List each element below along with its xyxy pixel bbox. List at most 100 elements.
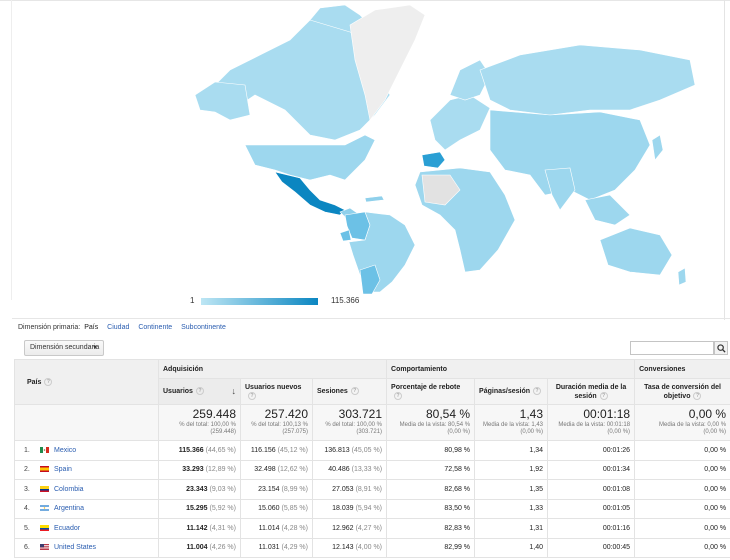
help-icon[interactable]: ? bbox=[195, 387, 204, 396]
table-body: 1. Mexico 115.366 (44,65 %) 116.156 (45,12 %)… bbox=[14, 440, 730, 558]
duration-cell: 00:01:08 bbox=[547, 479, 636, 500]
sessions-value: 27.053 bbox=[332, 485, 354, 493]
country-cell: 3. Colombia bbox=[14, 479, 159, 500]
help-icon[interactable]: ? bbox=[533, 387, 541, 396]
legend-gradient-bar bbox=[201, 298, 318, 305]
col-header-conversion[interactable]: Tasa de conversión del objetivo? bbox=[634, 378, 730, 405]
country-flag-icon bbox=[38, 485, 49, 493]
world-map bbox=[194, 4, 696, 295]
country-flag-icon bbox=[38, 466, 49, 473]
col-header-rebote[interactable]: Porcentaje de rebote? bbox=[386, 378, 476, 405]
country-link[interactable]: Mexico bbox=[54, 447, 76, 454]
sessions-pct: (5,94 %) bbox=[355, 505, 383, 513]
primary-dimension-label: Dimensión primaria: bbox=[18, 324, 81, 331]
group-conversiones: Conversiones bbox=[634, 359, 730, 379]
row-number: 2. bbox=[24, 466, 30, 474]
total-duracion-value: 00:01:18 bbox=[583, 407, 631, 421]
help-icon[interactable]: ? bbox=[599, 391, 608, 400]
table-row: 6. United States 11.004 (4,26 %) 11.031 (4,29… bbox=[14, 537, 730, 558]
users-pct: (44,65 %) bbox=[205, 446, 236, 454]
country-link[interactable]: Spain bbox=[54, 466, 72, 473]
total-sesiones-value: 303.721 bbox=[338, 407, 383, 421]
sessions-cell: 18.039 (5,94 %) bbox=[311, 498, 388, 519]
duration-cell: 00:01:26 bbox=[547, 440, 636, 461]
section-divider bbox=[12, 318, 730, 319]
new-users-pct: (8,99 %) bbox=[281, 485, 308, 493]
search-button[interactable] bbox=[714, 341, 728, 355]
col-header-pais[interactable]: País? bbox=[14, 359, 159, 405]
total-usuarios-value: 259.448 bbox=[192, 407, 236, 421]
totals-row: 259.448% del total: 100,00 % (259.448) 25… bbox=[14, 404, 730, 441]
col-header-duracion[interactable]: Duración media de la sesión? bbox=[547, 378, 636, 405]
pages-cell: 1,92 bbox=[474, 459, 549, 480]
col-header-sesiones[interactable]: Sesiones? bbox=[311, 378, 388, 405]
users-value: 23.343 bbox=[186, 485, 208, 493]
search-icon bbox=[717, 344, 726, 353]
sessions-value: 12.962 bbox=[332, 524, 354, 532]
sessions-pct: (4,00 %) bbox=[355, 544, 383, 552]
duration-cell: 00:00:45 bbox=[547, 537, 636, 558]
country-link[interactable]: Colombia bbox=[54, 486, 84, 493]
new-users-pct: (45,12 %) bbox=[277, 446, 308, 454]
help-icon[interactable]: ? bbox=[248, 391, 256, 400]
sessions-cell: 12.962 (4,27 %) bbox=[311, 518, 388, 539]
users-value: 33.293 bbox=[182, 466, 204, 474]
pages-cell: 1,34 bbox=[474, 440, 549, 461]
country-flag-icon bbox=[38, 505, 49, 512]
conversion-cell: 0,00 % bbox=[634, 479, 730, 500]
sessions-cell: 27.053 (8,91 %) bbox=[311, 479, 388, 500]
col-header-usuarios[interactable]: Usuarios? ↓ bbox=[158, 378, 241, 405]
country-cell: 4. Argentina bbox=[14, 498, 159, 519]
help-icon[interactable]: ? bbox=[350, 387, 359, 396]
pages-cell: 1,33 bbox=[474, 498, 549, 519]
new-users-value: 11.031 bbox=[258, 544, 280, 552]
new-users-value: 32.498 bbox=[254, 466, 276, 474]
total-usuarios-sub: % del total: 100,00 % bbox=[179, 422, 236, 428]
total-usuarios: 259.448% del total: 100,00 % (259.448) bbox=[158, 404, 241, 441]
table-search-input[interactable] bbox=[630, 341, 714, 355]
row-number: 6. bbox=[24, 544, 30, 552]
row-number: 1. bbox=[24, 446, 30, 454]
col-header-paginas[interactable]: Páginas/sesión? bbox=[474, 378, 549, 405]
country-link[interactable]: United States bbox=[54, 544, 96, 551]
users-value: 15.295 bbox=[186, 505, 208, 513]
total-sesiones-sub: % del total: 100,00 % bbox=[325, 422, 383, 428]
col-conversion-label: Tasa de conversión del objetivo bbox=[644, 383, 722, 400]
secondary-dimension-dropdown[interactable]: Dimensión secundaria ▼ bbox=[24, 340, 104, 356]
country-cell: 2. Spain bbox=[14, 459, 159, 480]
duration-cell: 00:01:34 bbox=[547, 459, 636, 480]
new-users-cell: 11.031 (4,29 %) bbox=[240, 537, 313, 558]
dimension-ciudad-link[interactable]: Ciudad bbox=[107, 324, 129, 331]
new-users-pct: (12,62 %) bbox=[277, 466, 308, 474]
table-row: 3. Colombia 23.343 (9,03 %) 23.154 (8,99 %) 27… bbox=[14, 479, 730, 500]
new-users-value: 11.014 bbox=[258, 524, 280, 532]
users-value: 11.142 bbox=[186, 524, 208, 532]
help-icon[interactable]: ? bbox=[394, 391, 403, 400]
new-users-pct: (4,28 %) bbox=[281, 524, 308, 532]
total-conversion-sub: Media de la vista: 0,00 % bbox=[659, 422, 727, 428]
legend-min: 1 bbox=[190, 296, 195, 305]
country-flag-icon bbox=[38, 524, 49, 532]
total-usuarios-nuevos: 257.420% del total: 100,13 % (257.075) bbox=[240, 404, 313, 441]
row-number: 4. bbox=[24, 505, 30, 513]
col-header-usuarios-nuevos[interactable]: Usuarios nuevos? bbox=[240, 378, 313, 405]
bounce-cell: 82,83 % bbox=[386, 518, 476, 539]
col-rebote-label: Porcentaje de rebote bbox=[391, 383, 461, 391]
legend-max: 115.366 bbox=[331, 296, 360, 305]
dimension-continente-link[interactable]: Continente bbox=[138, 324, 172, 331]
dimension-subcontinente-link[interactable]: Subcontinente bbox=[181, 324, 226, 331]
col-sesiones-label: Sesiones bbox=[317, 388, 348, 395]
country-link[interactable]: Ecuador bbox=[54, 525, 80, 532]
totals-label-cell bbox=[14, 404, 159, 441]
sessions-pct: (4,27 %) bbox=[355, 524, 383, 532]
sessions-cell: 40.486 (13,33 %) bbox=[311, 459, 388, 480]
total-duracion: 00:01:18 Media de la vista: 00:01:18 (0,00… bbox=[547, 404, 636, 441]
new-users-value: 116.156 bbox=[250, 446, 276, 454]
sort-arrow-down-icon[interactable]: ↓ bbox=[232, 387, 237, 396]
country-link[interactable]: Argentina bbox=[54, 505, 84, 512]
help-icon[interactable]: ? bbox=[44, 378, 53, 386]
users-pct: (4,26 %) bbox=[209, 544, 236, 552]
col-usuarios-label: Usuarios bbox=[163, 388, 193, 395]
help-icon[interactable]: ? bbox=[693, 391, 702, 400]
map-new-zealand bbox=[677, 267, 687, 286]
